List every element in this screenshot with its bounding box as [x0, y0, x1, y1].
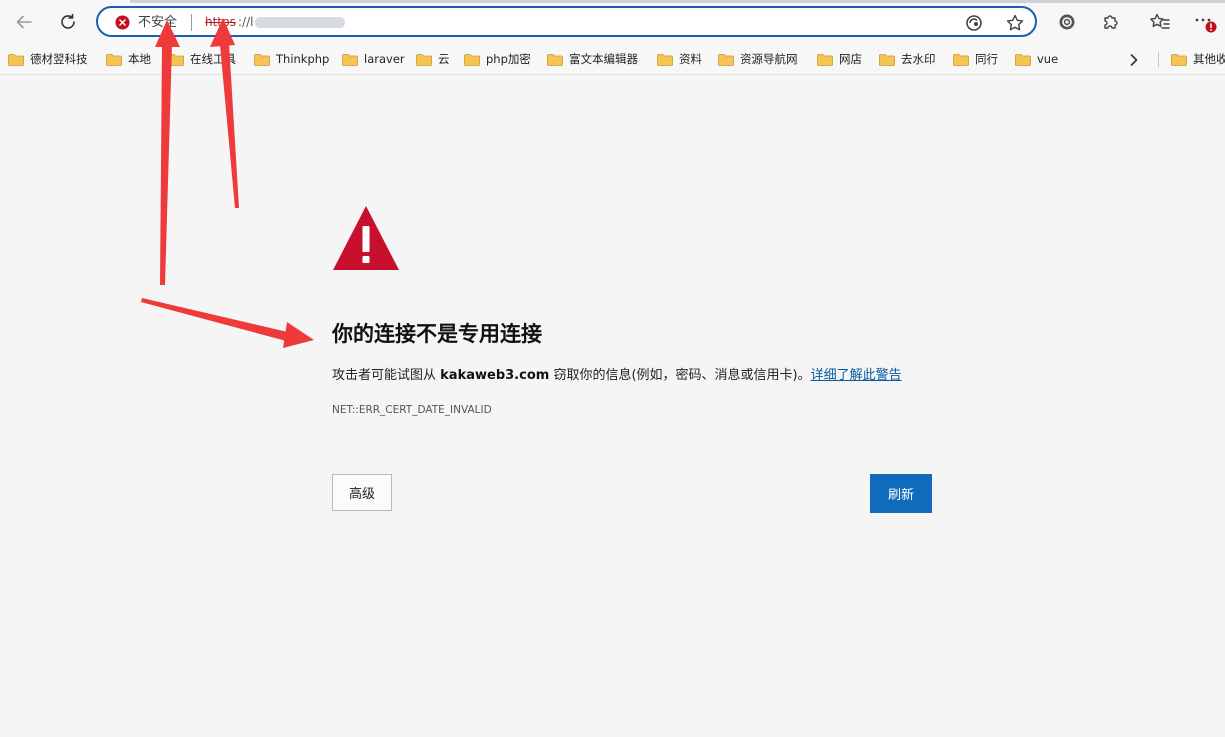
- error-description-suffix: 窃取你的信息(例如，密码、消息或信用卡)。: [553, 368, 811, 383]
- refresh-icon: [61, 13, 75, 29]
- favorites-list-icon[interactable]: [1149, 12, 1171, 32]
- bookmarks-divider: [1158, 52, 1159, 67]
- bookmark-folder[interactable]: 德材翌科技: [8, 50, 88, 68]
- url-rest: ://l: [238, 15, 254, 29]
- advanced-button[interactable]: 高级: [332, 474, 392, 511]
- bookmark-folder[interactable]: php加密: [464, 50, 531, 68]
- folder-icon: [879, 53, 895, 66]
- folder-icon: [168, 53, 184, 66]
- folder-icon: [953, 53, 969, 66]
- back-button[interactable]: [10, 8, 38, 36]
- favorite-star-icon[interactable]: [1005, 13, 1025, 33]
- not-secure-label[interactable]: 不安全: [138, 15, 177, 30]
- folder-icon: [657, 53, 673, 66]
- folder-icon: [1015, 53, 1031, 66]
- folder-icon: [817, 53, 833, 66]
- folder-icon: [8, 53, 24, 66]
- bookmark-folder[interactable]: 本地: [106, 50, 151, 68]
- alert-badge-icon: [1205, 21, 1217, 33]
- bookmark-folder[interactable]: laraver: [342, 50, 405, 68]
- url-scheme: https: [205, 15, 236, 29]
- extension-copilot-icon[interactable]: [1058, 13, 1076, 31]
- settings-menu-button[interactable]: [1194, 12, 1220, 34]
- folder-icon: [547, 53, 563, 66]
- browser-toolbar: 不安全 https ://l: [0, 0, 1225, 44]
- extensions-puzzle-icon[interactable]: [1101, 12, 1121, 32]
- folder-icon: [718, 53, 734, 66]
- bookmark-folder[interactable]: 富文本编辑器: [547, 50, 638, 68]
- folder-icon: [464, 53, 480, 66]
- folder-icon: [416, 53, 432, 66]
- learn-more-link[interactable]: 详细了解此警告: [811, 368, 902, 383]
- error-description-prefix: 攻击者可能试图从: [332, 368, 437, 383]
- error-description: 攻击者可能试图从 kakaweb3.com 窃取你的信息(例如，密码、消息或信用…: [332, 366, 902, 386]
- address-bar[interactable]: 不安全 https ://l: [96, 6, 1037, 37]
- url-redacted: [255, 17, 345, 28]
- folder-icon: [1171, 53, 1187, 66]
- address-divider: [191, 14, 192, 31]
- chevron-right-icon[interactable]: [1128, 53, 1140, 67]
- error-circle-icon: [115, 15, 130, 30]
- folder-icon: [254, 53, 270, 66]
- bookmarks-bar: 德材翌科技 本地 在线工具 Thinkphp laraver 云 php加密 富…: [0, 44, 1225, 75]
- tab-strip-edge: [130, 0, 1225, 3]
- bookmark-folder[interactable]: vue: [1015, 50, 1058, 68]
- refresh-toolbar-button[interactable]: [54, 8, 82, 36]
- bookmark-folder[interactable]: 资源导航网: [718, 50, 798, 68]
- read-aloud-icon[interactable]: [964, 13, 984, 33]
- folder-icon: [342, 53, 358, 66]
- error-page: 你的连接不是专用连接 攻击者可能试图从 kakaweb3.com 窃取你的信息(…: [0, 75, 1225, 737]
- bookmark-folder[interactable]: 同行: [953, 50, 998, 68]
- folder-icon: [106, 53, 122, 66]
- bookmark-folder[interactable]: 云: [416, 50, 450, 68]
- bookmark-folder[interactable]: 去水印: [879, 50, 936, 68]
- site-domain: kakaweb3.com: [440, 368, 550, 383]
- bookmark-folder[interactable]: 在线工具: [168, 50, 236, 68]
- bookmark-folder[interactable]: Thinkphp: [254, 50, 329, 68]
- arrow-left-icon: [16, 15, 32, 29]
- page-title: 你的连接不是专用连接: [332, 322, 542, 346]
- bookmark-folder[interactable]: 资料: [657, 50, 702, 68]
- warning-triangle-icon: [333, 206, 399, 270]
- bookmark-other-folder[interactable]: 其他收: [1171, 50, 1225, 68]
- error-code: NET::ERR_CERT_DATE_INVALID: [332, 404, 492, 416]
- refresh-button[interactable]: 刷新: [870, 474, 932, 513]
- bookmark-folder[interactable]: 网店: [817, 50, 862, 68]
